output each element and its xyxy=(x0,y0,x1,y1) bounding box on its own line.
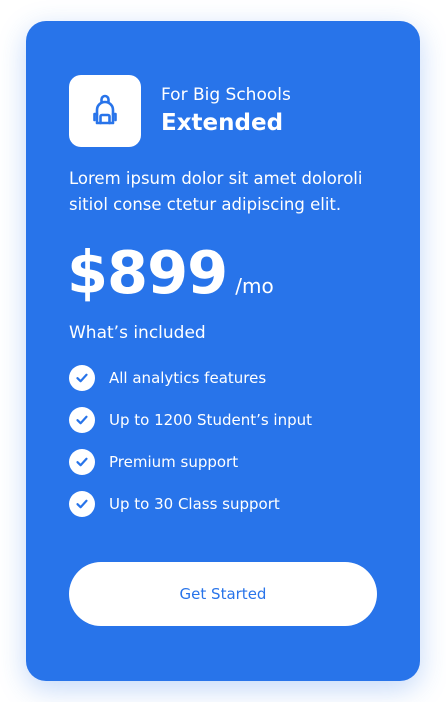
feature-item: All analytics features xyxy=(69,365,312,391)
check-icon xyxy=(69,407,95,433)
backpack-icon xyxy=(93,94,117,125)
feature-label: Premium support xyxy=(109,453,239,471)
feature-label: Up to 30 Class support xyxy=(109,495,280,513)
feature-item: Premium support xyxy=(69,449,312,475)
price-row: $899 /mo xyxy=(67,235,274,311)
feature-label: Up to 1200 Student’s input xyxy=(109,411,313,429)
plan-icon-container xyxy=(69,75,141,147)
plan-price: $899 xyxy=(67,238,228,307)
pricing-card: For Big Schools Extended Lorem ipsum dol… xyxy=(26,21,420,681)
check-icon xyxy=(69,365,95,391)
feature-label: All analytics features xyxy=(109,369,267,387)
price-period: /mo xyxy=(235,274,274,298)
feature-item: Up to 30 Class support xyxy=(69,491,312,517)
plan-subtitle: For Big Schools xyxy=(161,85,291,105)
check-icon xyxy=(69,449,95,475)
check-icon xyxy=(69,491,95,517)
included-heading: What’s included xyxy=(69,323,206,343)
plan-name: Extended xyxy=(161,110,284,136)
plan-description: Lorem ipsum dolor sit amet doloroli siti… xyxy=(69,169,363,214)
feature-item: Up to 1200 Student’s input xyxy=(69,407,312,433)
get-started-button[interactable]: Get Started xyxy=(69,562,377,626)
feature-list: All analytics features Up to 1200 Studen… xyxy=(69,365,312,533)
